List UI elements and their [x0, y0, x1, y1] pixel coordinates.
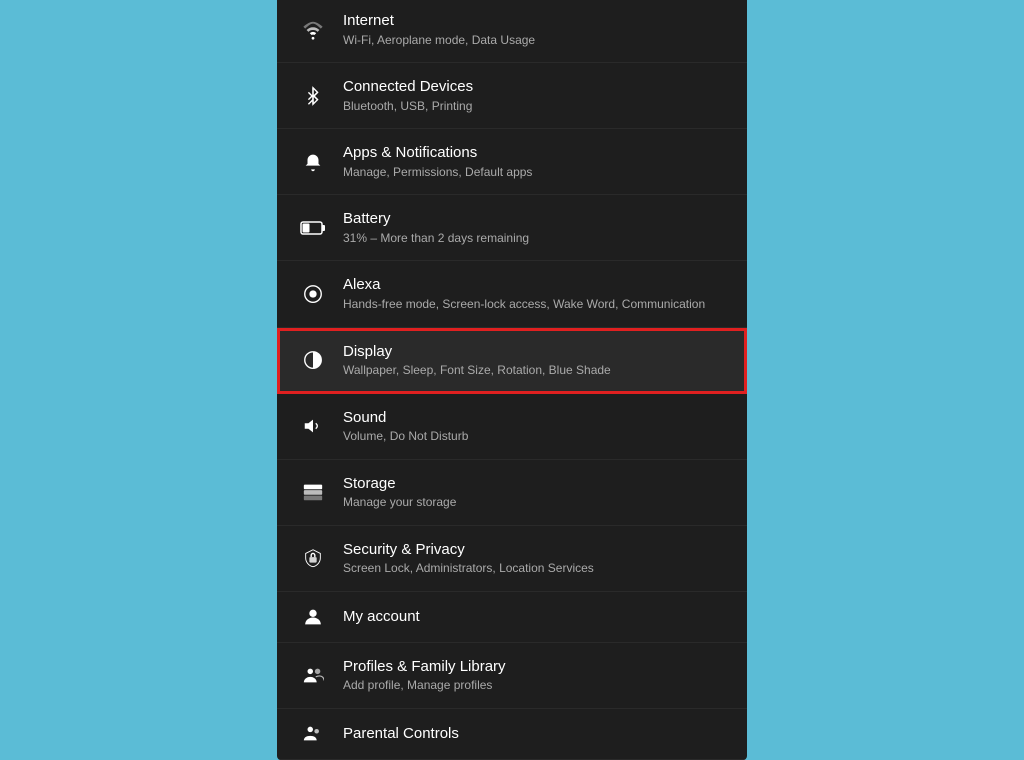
menu-item-sound[interactable]: Sound Volume, Do Not Disturb	[277, 394, 747, 460]
menu-title-security: Security & Privacy	[343, 540, 727, 560]
menu-subtitle-apps-notifications: Manage, Permissions, Default apps	[343, 165, 727, 181]
menu-text-sound: Sound Volume, Do Not Disturb	[343, 408, 727, 445]
battery-icon	[297, 219, 329, 237]
menu-title-sound: Sound	[343, 408, 727, 428]
menu-subtitle-connected-devices: Bluetooth, USB, Printing	[343, 99, 727, 115]
menu-title-storage: Storage	[343, 474, 727, 494]
menu-item-connected-devices[interactable]: Connected Devices Bluetooth, USB, Printi…	[277, 63, 747, 129]
menu-list: Internet Wi-Fi, Aeroplane mode, Data Usa…	[277, 0, 747, 760]
menu-text-internet: Internet Wi-Fi, Aeroplane mode, Data Usa…	[343, 11, 727, 48]
menu-item-display[interactable]: Display Wallpaper, Sleep, Font Size, Rot…	[277, 328, 747, 394]
menu-text-my-account: My account	[343, 607, 727, 627]
menu-subtitle-sound: Volume, Do Not Disturb	[343, 429, 727, 445]
bluetooth-icon	[297, 85, 329, 107]
menu-text-alexa: Alexa Hands-free mode, Screen-lock acces…	[343, 275, 727, 312]
menu-item-apps-notifications[interactable]: Apps & Notifications Manage, Permissions…	[277, 129, 747, 195]
display-icon	[297, 349, 329, 371]
menu-subtitle-alexa: Hands-free mode, Screen-lock access, Wak…	[343, 297, 727, 313]
menu-item-storage[interactable]: Storage Manage your storage	[277, 460, 747, 526]
menu-text-security: Security & Privacy Screen Lock, Administ…	[343, 540, 727, 577]
menu-title-display: Display	[343, 342, 727, 362]
menu-title-alexa: Alexa	[343, 275, 727, 295]
menu-title-internet: Internet	[343, 11, 727, 31]
security-icon	[297, 547, 329, 569]
menu-subtitle-profiles: Add profile, Manage profiles	[343, 678, 727, 694]
menu-subtitle-storage: Manage your storage	[343, 495, 727, 511]
menu-subtitle-security: Screen Lock, Administrators, Location Se…	[343, 561, 727, 577]
menu-text-connected-devices: Connected Devices Bluetooth, USB, Printi…	[343, 77, 727, 114]
account-icon	[297, 606, 329, 628]
parental-icon	[297, 723, 329, 745]
menu-text-storage: Storage Manage your storage	[343, 474, 727, 511]
menu-item-security[interactable]: Security & Privacy Screen Lock, Administ…	[277, 526, 747, 592]
menu-item-parental[interactable]: Parental Controls	[277, 709, 747, 760]
menu-title-battery: Battery	[343, 209, 727, 229]
menu-subtitle-battery: 31% – More than 2 days remaining	[343, 231, 727, 247]
storage-icon	[297, 481, 329, 503]
menu-title-parental: Parental Controls	[343, 724, 727, 744]
menu-text-display: Display Wallpaper, Sleep, Font Size, Rot…	[343, 342, 727, 379]
menu-text-apps-notifications: Apps & Notifications Manage, Permissions…	[343, 143, 727, 180]
sound-icon	[297, 415, 329, 437]
menu-subtitle-display: Wallpaper, Sleep, Font Size, Rotation, B…	[343, 363, 727, 379]
profiles-icon	[297, 664, 329, 686]
menu-item-battery[interactable]: Battery 31% – More than 2 days remaining	[277, 195, 747, 261]
settings-panel: Internet Wi-Fi, Aeroplane mode, Data Usa…	[277, 0, 747, 760]
wifi-icon	[297, 19, 329, 41]
menu-title-profiles: Profiles & Family Library	[343, 657, 727, 677]
menu-title-apps-notifications: Apps & Notifications	[343, 143, 727, 163]
menu-text-profiles: Profiles & Family Library Add profile, M…	[343, 657, 727, 694]
menu-text-parental: Parental Controls	[343, 724, 727, 744]
menu-title-my-account: My account	[343, 607, 727, 627]
menu-item-alexa[interactable]: Alexa Hands-free mode, Screen-lock acces…	[277, 261, 747, 327]
menu-item-profiles[interactable]: Profiles & Family Library Add profile, M…	[277, 643, 747, 709]
menu-item-my-account[interactable]: My account	[277, 592, 747, 643]
menu-subtitle-internet: Wi-Fi, Aeroplane mode, Data Usage	[343, 33, 727, 49]
menu-title-connected-devices: Connected Devices	[343, 77, 727, 97]
alexa-icon	[297, 283, 329, 305]
menu-text-battery: Battery 31% – More than 2 days remaining	[343, 209, 727, 246]
menu-item-internet[interactable]: Internet Wi-Fi, Aeroplane mode, Data Usa…	[277, 0, 747, 63]
bell-icon	[297, 151, 329, 173]
